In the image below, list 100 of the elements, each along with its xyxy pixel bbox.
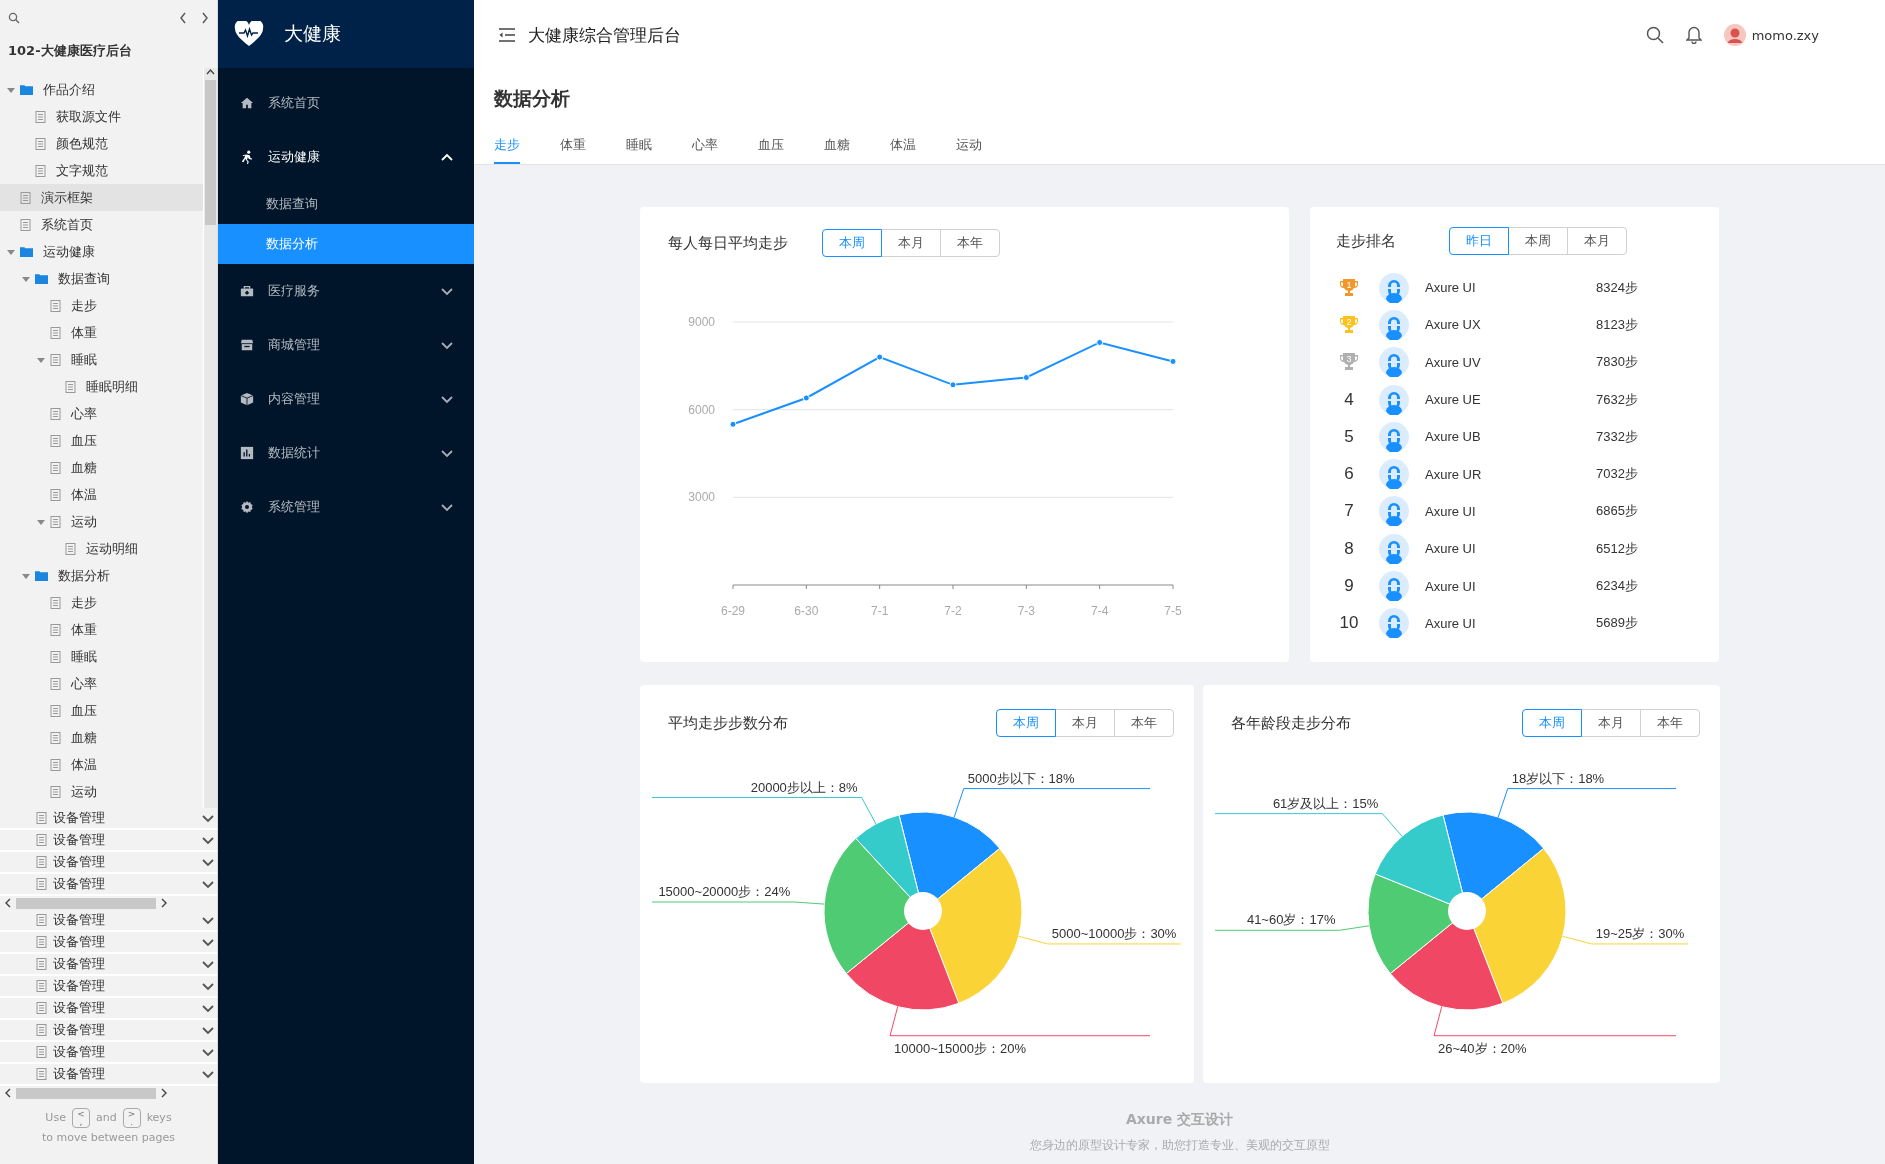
submenu-item[interactable]: 数据查询	[218, 184, 474, 224]
scroll-right-icon[interactable]	[160, 898, 168, 908]
tree-item[interactable]: 运动健康	[0, 238, 203, 265]
trophy-icon: 3	[1339, 352, 1359, 373]
period-tab[interactable]: 本月	[1567, 227, 1627, 255]
tab[interactable]: 体温	[890, 128, 916, 164]
tree-item[interactable]: 运动	[0, 778, 203, 805]
tab[interactable]: 血糖	[824, 128, 850, 164]
tab[interactable]: 睡眠	[626, 128, 652, 164]
user-name[interactable]: momo.zxy	[1751, 27, 1819, 43]
tree-item[interactable]: 设备管理	[0, 998, 217, 1020]
rank-number: 7	[1343, 501, 1355, 522]
menu-fold-icon[interactable]	[498, 28, 516, 42]
page-icon	[50, 677, 61, 690]
data-point	[949, 381, 957, 389]
tab[interactable]: 运动	[956, 128, 982, 164]
rank-number: 8	[1343, 538, 1355, 559]
axis-label: 6-29	[721, 604, 745, 618]
menu-item[interactable]: 运动健康	[218, 130, 474, 184]
menu-item[interactable]: 内容管理	[218, 372, 474, 426]
tree-item[interactable]: 演示框架	[0, 184, 203, 211]
page-icon	[50, 596, 61, 609]
tree-item[interactable]: 数据查询	[0, 265, 203, 292]
tree-item[interactable]: 睡眠明细	[0, 373, 203, 400]
tree-item[interactable]: 设备管理	[0, 932, 217, 954]
avatar-icon	[1379, 421, 1409, 452]
scroll-up-icon[interactable]	[206, 68, 215, 76]
period-tab[interactable]: 本年	[1640, 709, 1700, 737]
tree-item[interactable]: 设备管理	[0, 830, 217, 852]
page-icon	[36, 936, 47, 948]
tree-item[interactable]: 体重	[0, 616, 203, 643]
tree-item[interactable]: 设备管理	[0, 852, 217, 874]
tree-item[interactable]: 走步	[0, 292, 203, 319]
tree-item[interactable]: 设备管理	[0, 910, 217, 932]
axis-label: 7-4	[1091, 604, 1109, 618]
tree-item[interactable]: 血糖	[0, 454, 203, 481]
tree-item[interactable]: 心率	[0, 670, 203, 697]
tree-item[interactable]: 设备管理	[0, 874, 217, 896]
period-tab[interactable]: 本月	[881, 229, 941, 257]
scrollbar-thumb[interactable]	[205, 80, 216, 225]
tree-item[interactable]: 睡眠	[0, 643, 203, 670]
chevron-left-icon[interactable]	[179, 12, 187, 24]
period-tab[interactable]: 本月	[1055, 709, 1115, 737]
tab[interactable]: 血压	[758, 128, 784, 164]
keyboard-key: < ,	[71, 1108, 90, 1128]
tab[interactable]: 体重	[560, 128, 586, 164]
menu-item[interactable]: 医疗服务	[218, 264, 474, 318]
tab[interactable]: 心率	[692, 128, 718, 164]
avatar-icon	[1379, 272, 1409, 303]
tree-item[interactable]: 获取源文件	[0, 103, 203, 130]
tree-item[interactable]: 设备管理	[0, 1020, 217, 1042]
period-tab[interactable]: 本月	[1581, 709, 1641, 737]
tree-item[interactable]: 走步	[0, 589, 203, 616]
scroll-left-icon[interactable]	[4, 1088, 12, 1098]
data-point	[1169, 357, 1177, 365]
tree-item[interactable]: 系统首页	[0, 211, 203, 238]
tree-item[interactable]: 体重	[0, 319, 203, 346]
user-name: Axure UI	[1425, 503, 1477, 519]
tree-item[interactable]: 心率	[0, 400, 203, 427]
tree-item[interactable]: 睡眠	[0, 346, 203, 373]
menu-item[interactable]: 系统首页	[218, 76, 474, 130]
axis-label: 7-2	[944, 604, 962, 618]
search-icon[interactable]	[1645, 26, 1664, 44]
tree-item[interactable]: 设备管理	[0, 1064, 217, 1086]
tree-item[interactable]: 颜色规范	[0, 130, 203, 157]
tree-item[interactable]: 体温	[0, 481, 203, 508]
search-icon[interactable]	[8, 12, 20, 24]
tree-item[interactable]: 运动明细	[0, 535, 203, 562]
period-tab[interactable]: 本年	[940, 229, 1000, 257]
scroll-right-icon[interactable]	[160, 1088, 168, 1098]
page-icon	[20, 191, 31, 204]
tree-item[interactable]: 数据分析	[0, 562, 203, 589]
tree-item[interactable]: 文字规范	[0, 157, 203, 184]
tree-item[interactable]: 血压	[0, 427, 203, 454]
scroll-left-icon[interactable]	[4, 898, 12, 908]
tree-item[interactable]: 设备管理	[0, 808, 217, 830]
scrollbar-thumb[interactable]	[16, 1087, 156, 1099]
tree-item[interactable]: 设备管理	[0, 954, 217, 976]
period-tab[interactable]: 本周	[1508, 227, 1568, 255]
settings-icon	[240, 500, 254, 514]
tree-item[interactable]: 设备管理	[0, 976, 217, 998]
menu-item[interactable]: 数据统计	[218, 426, 474, 480]
tree-item[interactable]: 作品介绍	[0, 76, 203, 103]
tree-item[interactable]: 设备管理	[0, 1042, 217, 1064]
scrollbar-thumb[interactable]	[16, 897, 156, 909]
bell-icon[interactable]	[1685, 26, 1702, 44]
tree-item[interactable]: 血糖	[0, 724, 203, 751]
vertical-scrollbar[interactable]	[203, 68, 217, 808]
menu-item[interactable]: 系统管理	[218, 480, 474, 534]
menu-item[interactable]: 商城管理	[218, 318, 474, 372]
axis-label: 7-1	[871, 604, 889, 618]
avatar-icon	[1379, 608, 1409, 639]
tree-item[interactable]: 血压	[0, 697, 203, 724]
tree-item[interactable]: 体温	[0, 751, 203, 778]
page-icon	[35, 110, 46, 123]
chevron-right-icon[interactable]	[201, 12, 209, 24]
tree-item[interactable]: 运动	[0, 508, 203, 535]
avatar-icon[interactable]	[1723, 24, 1746, 46]
period-tab[interactable]: 本年	[1114, 709, 1174, 737]
data-point	[876, 353, 884, 361]
